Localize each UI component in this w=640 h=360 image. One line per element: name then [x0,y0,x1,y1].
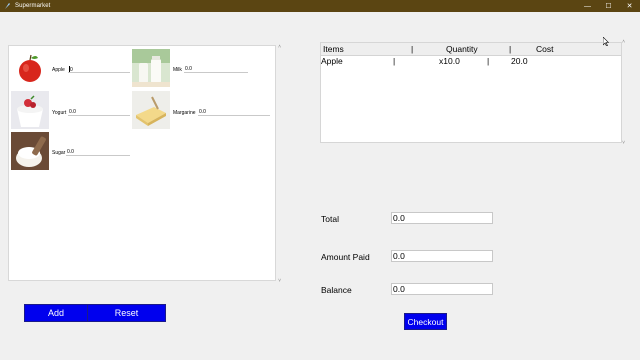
yogurt-icon [11,91,49,129]
row-cost: 20.0 [511,56,528,66]
table-scroll-down[interactable]: ˅ [622,140,625,146]
yogurt-qty-input[interactable]: 0.0 [68,109,130,116]
product-name: Margarine [173,110,196,116]
apple-qty-input[interactable]: 0 [68,66,130,73]
mouse-cursor-icon [602,36,610,48]
minimize-button[interactable]: — [577,0,598,12]
apple-qty-value: 0 [70,67,73,73]
product-name: Yogurt [52,110,67,116]
margarine-icon [132,91,170,129]
milk-qty-input[interactable]: 0.0 [184,66,248,73]
column-separator: | [509,44,512,54]
column-header-quantity[interactable]: Quantity [446,44,478,54]
product-name: Milk [173,67,182,73]
cart-table: Items | Quantity | Cost Apple | x10.0 | … [320,39,625,146]
product-margarine: Margarine 0.0 [132,91,272,131]
amount-paid-field[interactable]: 0.0 [391,250,493,262]
total-label: Total [321,214,339,224]
row-quantity: x10.0 [439,56,460,66]
window-titlebar: Supermarket — ☐ ✕ [0,0,640,12]
column-header-cost[interactable]: Cost [536,44,553,54]
balance-field[interactable]: 0.0 [391,283,493,295]
product-milk: Milk 0.0 [132,49,252,89]
scroll-down-mark[interactable]: ˅ [278,278,281,284]
product-apple: Apple 0 [11,49,131,89]
column-separator: | [487,56,490,66]
products-panel: ˄ ˅ Apple 0 Milk 0.0 Yogurt 0.0 Margarin… [8,44,281,284]
balance-label: Balance [321,285,352,295]
maximize-button[interactable]: ☐ [598,0,619,12]
column-separator: | [393,56,396,66]
row-item: Apple [321,56,343,66]
table-scroll-up[interactable]: ˄ [622,39,625,45]
window-title: Supermarket [15,3,51,9]
product-name: Apple [52,67,65,73]
margarine-qty-input[interactable]: 0.0 [198,109,270,116]
amount-paid-label: Amount Paid [321,252,370,262]
product-sugar: Sugar 0.0 [11,132,131,172]
product-name: Sugar [52,150,66,156]
column-separator: | [411,44,414,54]
sugar-icon [11,132,49,170]
sugar-qty-input[interactable]: 0.0 [66,149,130,156]
column-header-items[interactable]: Items [323,44,344,54]
feather-icon [3,2,11,10]
table-row[interactable]: Apple | x10.0 | 20.0 [321,56,621,68]
add-button[interactable]: Add [24,304,88,322]
product-yogurt: Yogurt 0.0 [11,91,131,131]
cart-header: Items | Quantity | Cost [321,43,621,56]
checkout-button[interactable]: Checkout [404,313,447,330]
reset-button[interactable]: Reset [87,304,166,322]
apple-icon [11,49,49,87]
close-button[interactable]: ✕ [619,0,640,12]
scroll-up-mark[interactable]: ˄ [278,44,281,50]
milk-icon [132,49,170,87]
total-field[interactable]: 0.0 [391,212,493,224]
